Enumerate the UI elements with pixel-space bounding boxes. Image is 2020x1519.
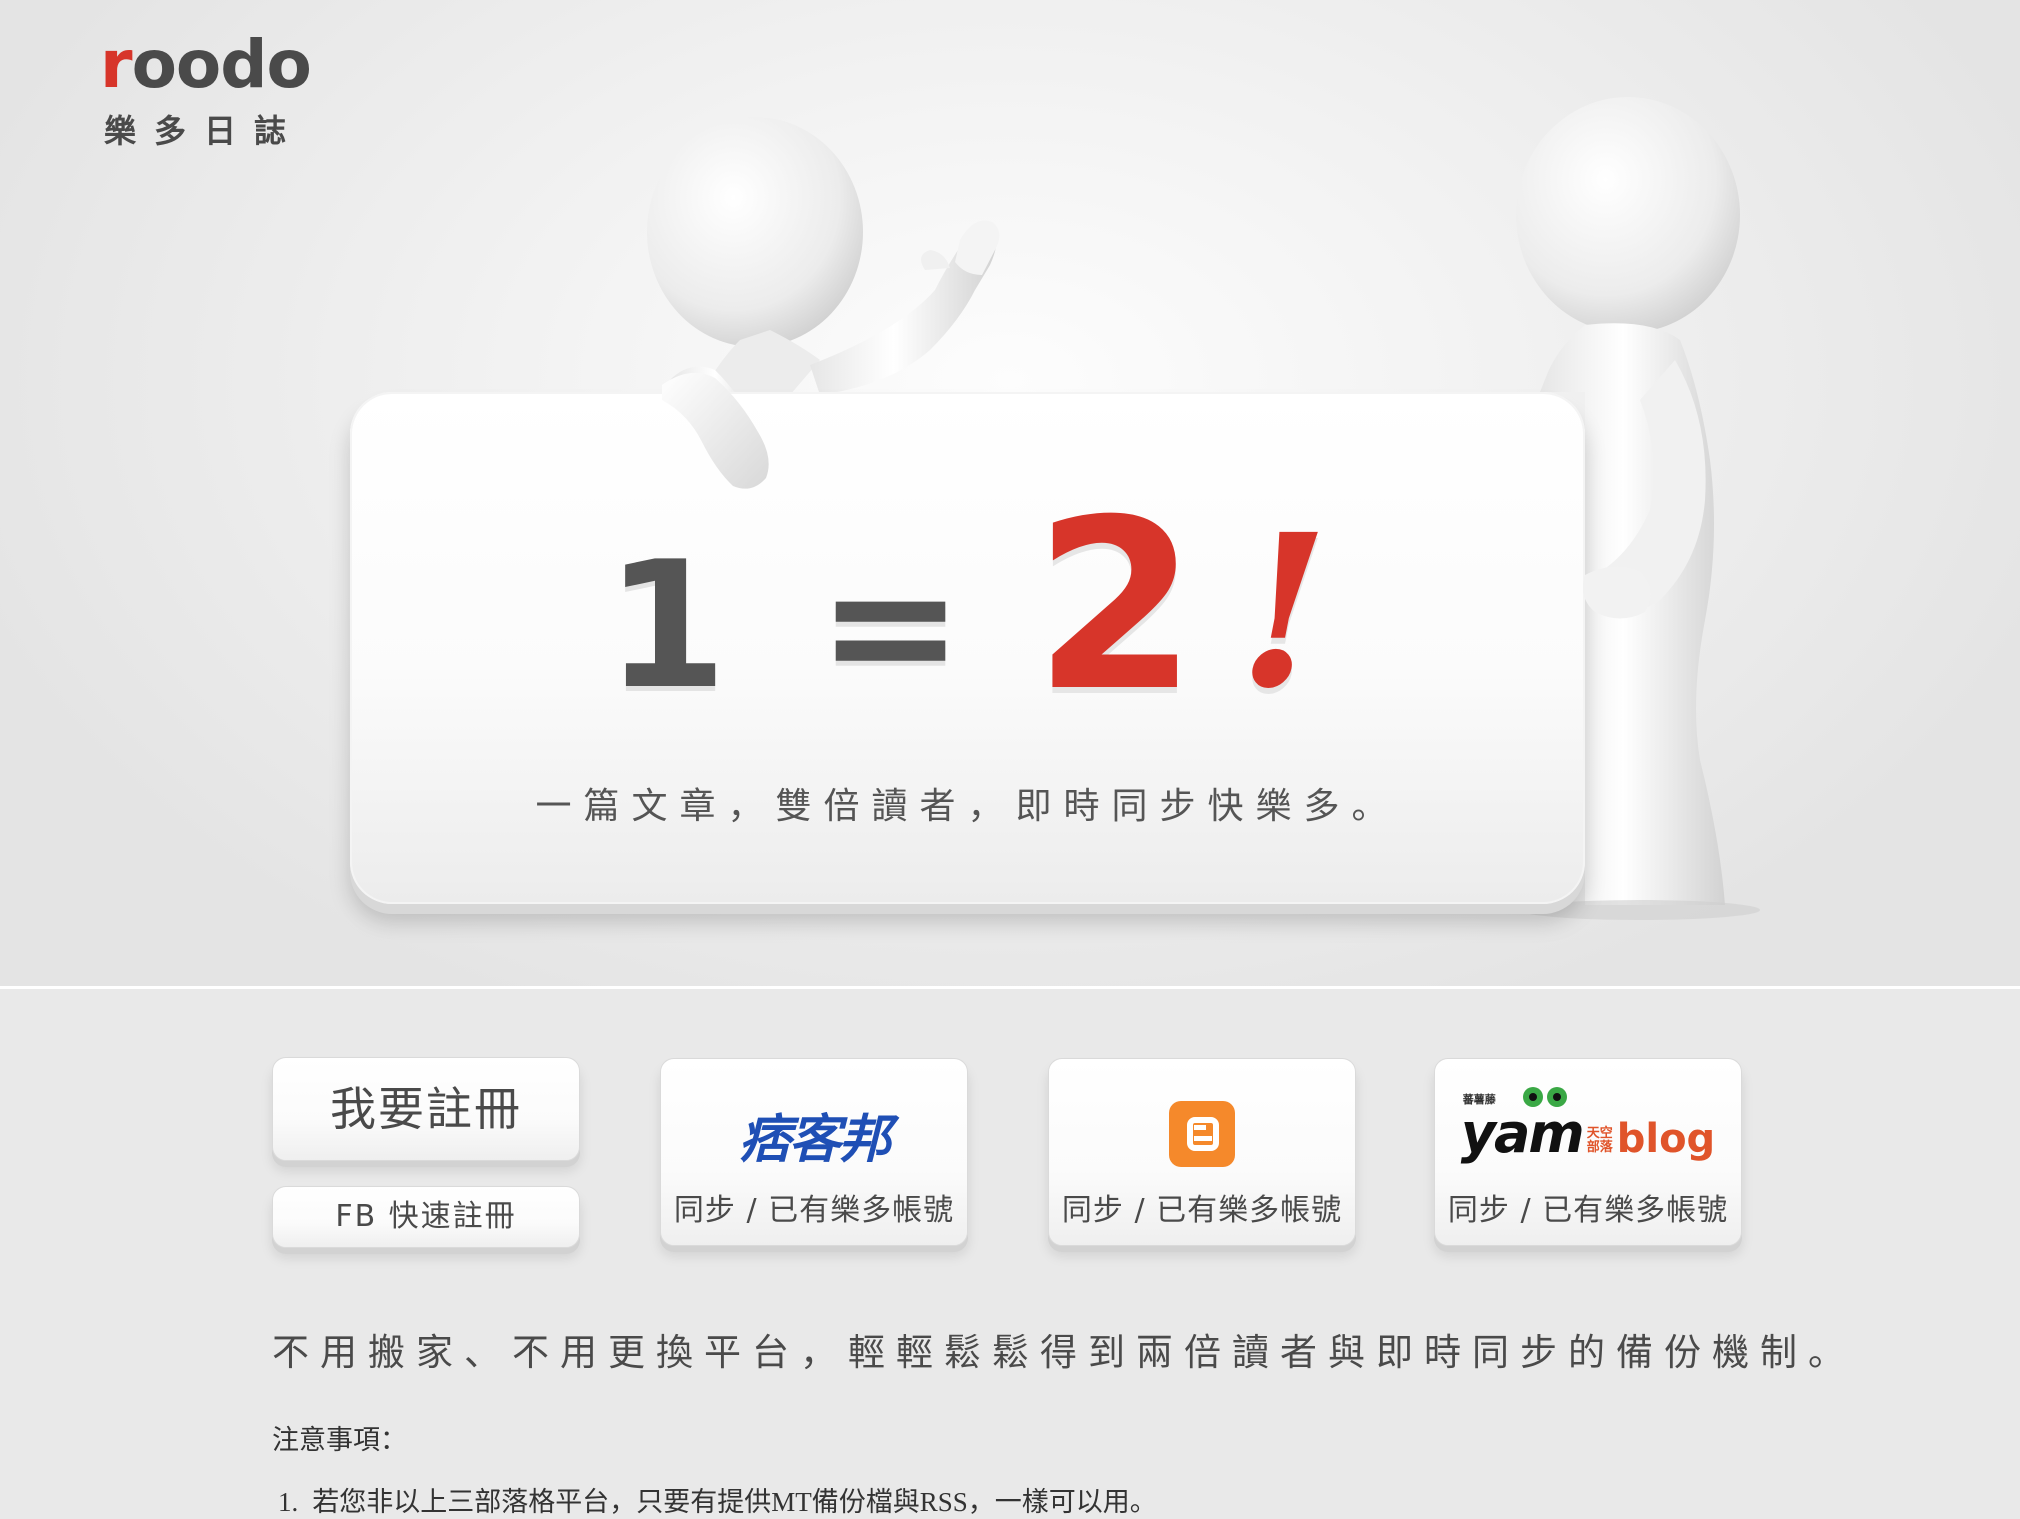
yam-tiny-label: 蕃薯藤 <box>1462 1093 1496 1106</box>
right-figure-hand-over-board <box>1582 566 1651 619</box>
logo-wordmark: roodo <box>100 26 312 103</box>
tagline: 不用搬家、不用更換平台，輕輕鬆鬆得到兩倍讀者與即時同步的備份機制。 <box>272 1331 1856 1374</box>
notes-list-item: 1. 若您非以上三部落格平台，只要有提供MT備份檔與RSS，一樣可以用。 <box>278 1487 1157 1517</box>
left-figure-forearm <box>662 372 769 489</box>
yam-logo: 蕃薯藤 yam 天空 部落 blog <box>1435 1087 1741 1179</box>
register-button[interactable]: 我要註冊 <box>272 1057 580 1161</box>
blogger-sync-button[interactable]: 同步 / 已有樂多帳號 <box>1048 1058 1356 1246</box>
pixnet-logo-text: 痞客邦 <box>738 1109 891 1170</box>
pixnet-sync-button[interactable]: 痞客邦 同步 / 已有樂多帳號 <box>660 1058 968 1246</box>
blogger-logo <box>1049 1089 1355 1179</box>
fb-quick-register-button[interactable]: FB 快速註冊 <box>272 1186 580 1248</box>
yam-frog-eyes-icon <box>1522 1087 1567 1107</box>
yam-small-label: 天空 部落 <box>1586 1126 1613 1155</box>
yam-sync-label: 同步 / 已有樂多帳號 <box>1447 1193 1729 1228</box>
site-logo[interactable]: roodo 樂多日誌 <box>100 26 312 152</box>
yam-sync-button[interactable]: 蕃薯藤 yam 天空 部落 blog 同步 / 已有樂多帳號 <box>1434 1058 1742 1246</box>
yam-blog-wordmark: blog <box>1616 1116 1716 1162</box>
logo-chinese-name: 樂多日誌 <box>104 112 305 150</box>
notes-title: 注意事項： <box>272 1425 407 1455</box>
blogger-sync-label: 同步 / 已有樂多帳號 <box>1061 1193 1343 1228</box>
pixnet-sync-label: 同步 / 已有樂多帳號 <box>673 1193 955 1228</box>
pixnet-logo: 痞客邦 <box>661 1089 967 1179</box>
yam-wordmark: yam <box>1460 1102 1585 1165</box>
blogger-icon <box>1169 1101 1235 1167</box>
